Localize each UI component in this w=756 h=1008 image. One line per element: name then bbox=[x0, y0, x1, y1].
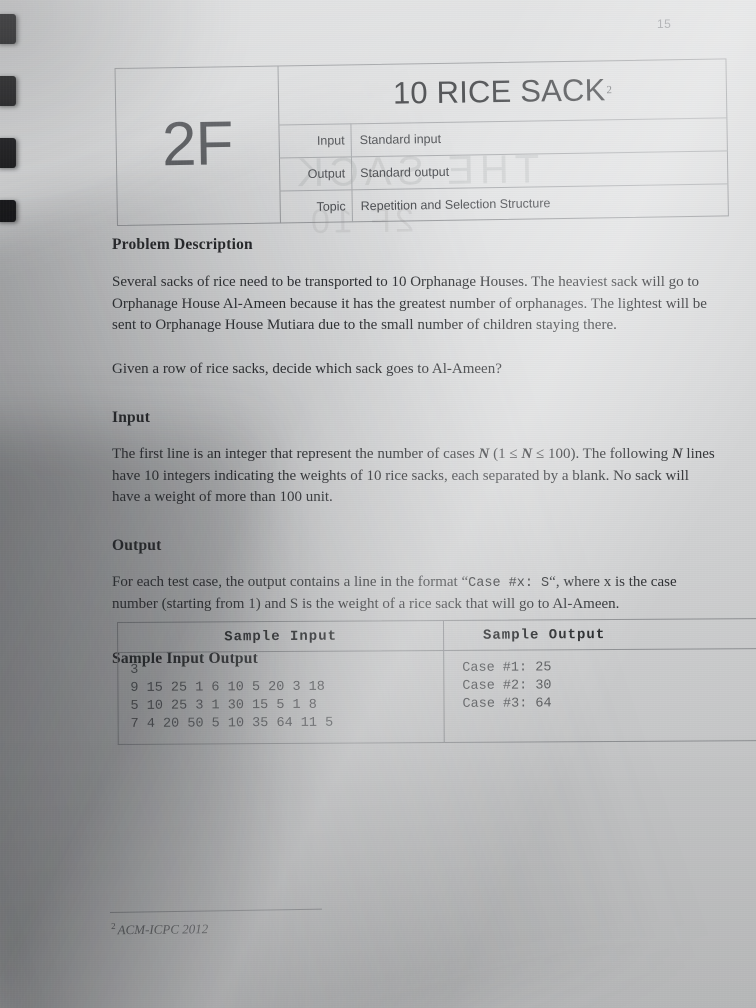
problem-title: 10 RICE SACK bbox=[392, 71, 606, 111]
output-text-lead: For each test case, the output contains … bbox=[112, 573, 469, 590]
output-format-literal: Case #x: S bbox=[468, 575, 550, 591]
heading-problem-description: Problem Description bbox=[112, 236, 253, 253]
input-range-open: (1 ≤ bbox=[489, 446, 522, 462]
header-row-topic: Topic Repetition and Selection Structure bbox=[279, 183, 728, 224]
sample-table-header-row: Sample Input Sample Output bbox=[117, 618, 756, 653]
input-range-var-n: N bbox=[521, 446, 533, 462]
input-paragraph: The first line is an integer that repres… bbox=[112, 444, 716, 509]
problem-description-paragraph-2: Given a row of rice sacks, decide which … bbox=[112, 360, 502, 377]
sample-input-header-cell: Sample Input bbox=[118, 621, 445, 652]
header-key-topic: Topic bbox=[279, 189, 353, 224]
heading-input: Input bbox=[112, 409, 151, 426]
title-footnote-marker: 2 bbox=[606, 83, 613, 96]
header-key-input: Input bbox=[278, 123, 352, 158]
binding-hole-2 bbox=[0, 76, 16, 106]
heading-output: Output bbox=[112, 536, 162, 554]
input-text-lead: The first line is an integer that repres… bbox=[112, 446, 479, 462]
problem-description-paragraph-1: Several sacks of rice need to be transpo… bbox=[112, 274, 707, 333]
problem-code-cell: 2F bbox=[114, 65, 281, 227]
sample-output-text: Case #1: 25 Case #2: 30 Case #3: 64 bbox=[462, 660, 552, 712]
problem-title-cell: 10 RICE SACK 2 bbox=[277, 58, 728, 126]
input-var-n-2: N bbox=[671, 446, 683, 462]
binding-hole-1 bbox=[0, 14, 16, 44]
sample-input-text: 3 9 15 25 1 6 10 5 20 3 18 5 10 25 3 1 3… bbox=[130, 662, 334, 732]
document-page: 15 THE SACK 2F 10 2F 10 RICE SACK 2 Input… bbox=[0, 0, 756, 1008]
sample-output-cell: Case #1: 25 Case #2: 30 Case #3: 64 bbox=[444, 649, 756, 742]
sample-output-header-label: Sample Output bbox=[482, 626, 606, 644]
output-paragraph: For each test case, the output contains … bbox=[112, 572, 716, 616]
binding-hole-4 bbox=[0, 200, 16, 222]
header-value-output: Standard output bbox=[360, 164, 450, 180]
footnote-text: ACM-ICPC 2012 bbox=[117, 921, 209, 938]
input-var-n: N bbox=[478, 446, 490, 462]
sample-input-cell: 3 9 15 25 1 6 10 5 20 3 18 5 10 25 3 1 3… bbox=[118, 651, 445, 744]
sample-output-header-cell: Sample Output bbox=[444, 619, 756, 650]
page-number: 15 bbox=[657, 17, 672, 31]
footnote: 2 ACM-ICPC 2012 bbox=[111, 920, 208, 939]
input-range-close: ≤ 100). The following bbox=[532, 446, 672, 462]
header-value-topic: Repetition and Selection Structure bbox=[360, 195, 551, 213]
header-value-input: Standard input bbox=[359, 131, 442, 147]
sample-table-body-row: 3 9 15 25 1 6 10 5 20 3 18 5 10 25 3 1 3… bbox=[117, 649, 756, 745]
document-body: Problem Description Several sacks of ric… bbox=[112, 236, 726, 668]
footnote-marker: 2 bbox=[111, 920, 116, 931]
problem-code: 2F bbox=[161, 108, 233, 179]
header-key-output: Output bbox=[278, 156, 353, 191]
sample-io-table: Sample Input Sample Output 3 9 15 25 1 6… bbox=[117, 618, 756, 745]
binding-hole-3 bbox=[0, 138, 16, 168]
sample-input-header-label: Sample Input bbox=[224, 628, 338, 645]
problem-header-table: THE SACK 2F 10 2F 10 RICE SACK 2 Input St… bbox=[114, 58, 729, 241]
